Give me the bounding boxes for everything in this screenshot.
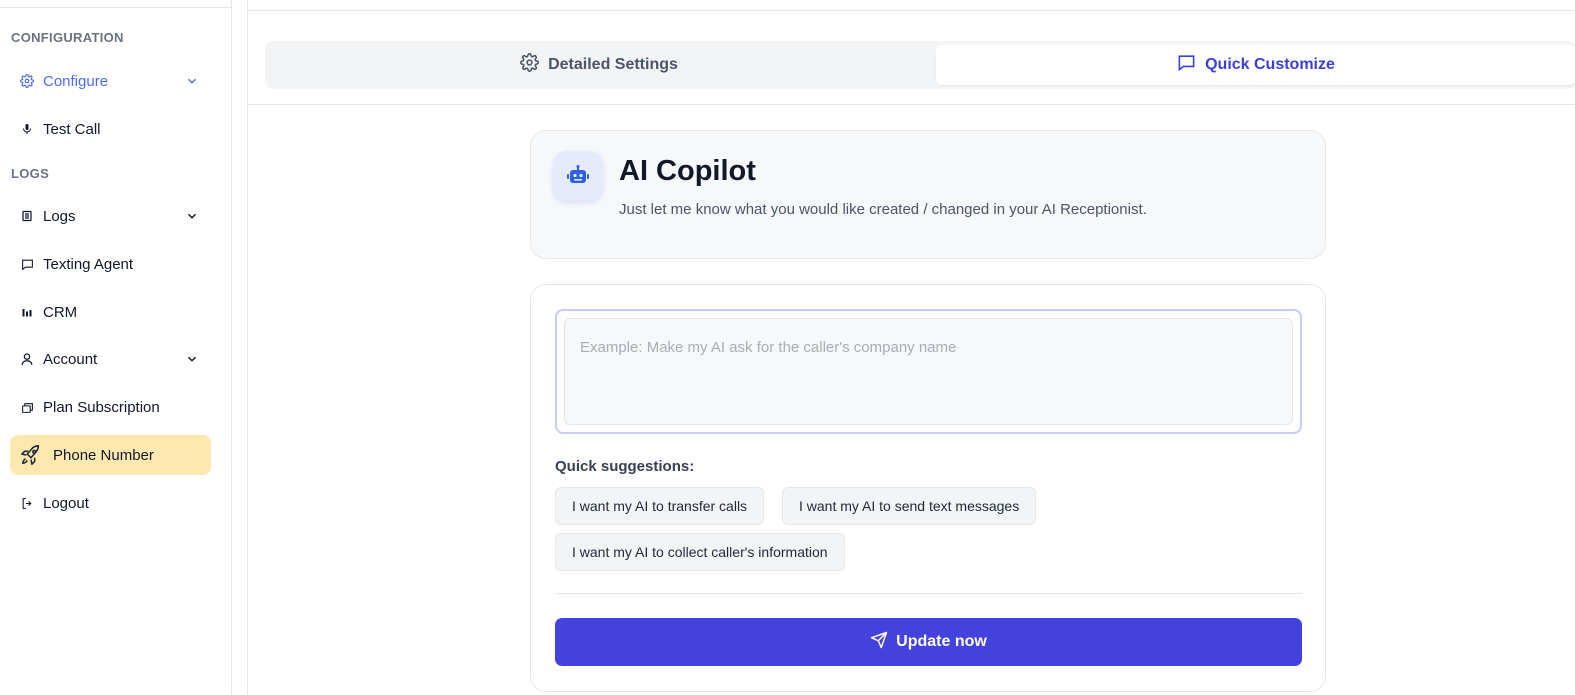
chevron-down-icon (185, 74, 199, 88)
sidebar: CONFIGURATION Configure Test Call LOGS L… (0, 0, 232, 695)
microphone-icon (20, 122, 34, 136)
sidebar-top-divider (0, 7, 231, 8)
sidebar-item-logs[interactable]: Logs (10, 196, 211, 236)
chat-icon (1177, 53, 1205, 77)
tab-detailed-settings[interactable]: Detailed Settings (265, 45, 933, 85)
suggestion-chip-transfer-calls[interactable]: I want my AI to transfer calls (555, 487, 765, 525)
tab-bar: Detailed Settings Quick Customize (265, 41, 1575, 89)
sidebar-item-label: Configure (43, 72, 109, 90)
layers-icon (20, 400, 34, 414)
section-label-logs: LOGS (11, 166, 50, 181)
sidebar-item-configure[interactable]: Configure (10, 61, 211, 101)
sidebar-item-label: Test Call (43, 120, 101, 138)
suggestion-chip-collect-info[interactable]: I want my AI to collect caller's informa… (555, 533, 845, 571)
main-content: Detailed Settings Quick Customize AI Cop… (247, 0, 1575, 695)
chevron-down-icon (185, 209, 199, 223)
sidebar-item-label: Plan Subscription (43, 398, 160, 416)
tab-label: Quick Customize (1205, 56, 1335, 73)
update-now-button[interactable]: Update now (555, 618, 1302, 666)
copilot-header-card: AI Copilot Just let me know what you wou… (530, 130, 1326, 259)
sidebar-item-label: Phone Number (53, 446, 154, 464)
update-now-label: Update now (896, 633, 987, 650)
sidebar-item-label: Logs (43, 207, 76, 225)
user-icon (20, 352, 34, 366)
gear-icon (20, 74, 34, 88)
request-input-wrapper (555, 309, 1302, 434)
chat-icon (20, 257, 34, 271)
sidebar-item-phone-number[interactable]: Phone Number (10, 435, 211, 475)
request-input[interactable] (564, 318, 1293, 425)
sidebar-item-account[interactable]: Account (10, 339, 211, 379)
sidebar-item-label: Texting Agent (43, 255, 134, 273)
form-divider (555, 593, 1302, 594)
document-list-icon (20, 209, 34, 223)
robot-icon (553, 151, 603, 201)
page-title: AI Copilot (619, 155, 756, 187)
send-icon (870, 631, 896, 654)
quick-suggestions-label: Quick suggestions: (555, 458, 695, 475)
customize-form-card: Quick suggestions: I want my AI to trans… (530, 284, 1326, 692)
sidebar-item-plan-subscription[interactable]: Plan Subscription (10, 387, 211, 427)
sidebar-item-texting-agent[interactable]: Texting Agent (10, 244, 211, 284)
tab-quick-customize[interactable]: Quick Customize (936, 45, 1575, 85)
rocket-icon (20, 444, 42, 466)
bar-chart-icon (20, 305, 34, 319)
section-label-configuration: CONFIGURATION (11, 30, 124, 45)
sidebar-item-logout[interactable]: Logout (10, 483, 211, 523)
top-bar-edge (248, 0, 1575, 11)
sidebar-item-crm[interactable]: CRM (10, 292, 211, 332)
tabs-divider (248, 104, 1575, 105)
sidebar-item-label: Logout (43, 494, 89, 512)
sidebar-item-test-call[interactable]: Test Call (10, 109, 211, 149)
gear-icon (520, 53, 548, 77)
sidebar-item-label: CRM (43, 303, 78, 321)
page-subtitle: Just let me know what you would like cre… (619, 201, 1147, 218)
logout-icon (20, 496, 34, 510)
sidebar-item-label: Account (43, 350, 98, 368)
tab-label: Detailed Settings (548, 56, 678, 73)
suggestion-chip-send-text[interactable]: I want my AI to send text messages (782, 487, 1037, 525)
chevron-down-icon (185, 352, 199, 366)
